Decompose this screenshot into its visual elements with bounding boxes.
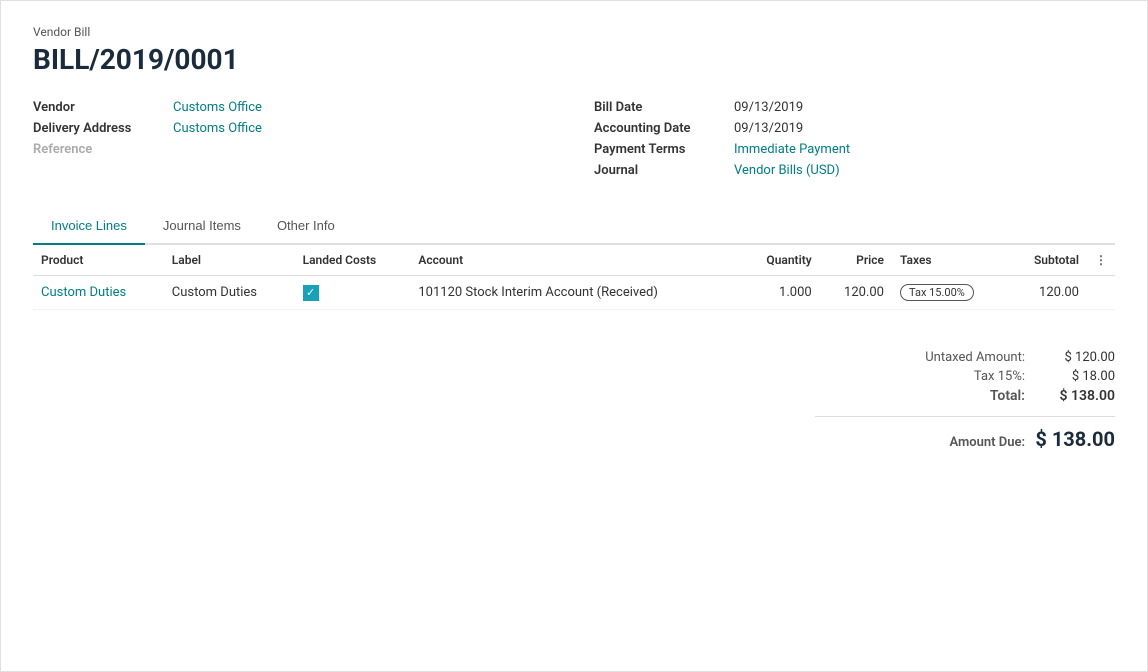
label-value: Custom Duties bbox=[172, 285, 257, 300]
tab-journal-items[interactable]: Journal Items bbox=[145, 208, 259, 245]
page-wrapper: Vendor Bill BILL/2019/0001 Vendor Custom… bbox=[0, 0, 1148, 672]
tab-other-info[interactable]: Other Info bbox=[259, 208, 353, 245]
invoice-lines-table: Product Label Landed Costs Account Quant… bbox=[33, 245, 1115, 310]
quantity-value: 1.000 bbox=[779, 285, 812, 300]
accounting-date-row: Accounting Date 09/13/2019 bbox=[594, 121, 1115, 136]
payment-terms-label: Payment Terms bbox=[594, 142, 734, 157]
cell-subtotal: 120.00 bbox=[1008, 276, 1087, 310]
form-section: Vendor Customs Office Delivery Address C… bbox=[33, 100, 1115, 184]
bill-date-label: Bill Date bbox=[594, 100, 734, 115]
tax-label: Tax 15%: bbox=[865, 369, 1025, 384]
col-label: Label bbox=[164, 245, 295, 276]
delivery-address-row: Delivery Address Customs Office bbox=[33, 121, 554, 136]
reference-label: Reference bbox=[33, 142, 173, 157]
col-price: Price bbox=[820, 245, 892, 276]
cell-taxes: Tax 15.00% bbox=[892, 276, 1008, 310]
payment-terms-value[interactable]: Immediate Payment bbox=[734, 142, 850, 157]
cell-account: 101120 Stock Interim Account (Received) bbox=[410, 276, 740, 310]
bill-date-row: Bill Date 09/13/2019 bbox=[594, 100, 1115, 115]
product-link[interactable]: Custom Duties bbox=[41, 285, 126, 300]
reference-row: Reference bbox=[33, 142, 554, 157]
table-header-row: Product Label Landed Costs Account Quant… bbox=[33, 245, 1115, 276]
accounting-date-value: 09/13/2019 bbox=[734, 121, 803, 136]
tab-invoice-lines[interactable]: Invoice Lines bbox=[33, 208, 145, 245]
bill-title: BILL/2019/0001 bbox=[33, 43, 1115, 76]
untaxed-amount-label: Untaxed Amount: bbox=[865, 350, 1025, 365]
row-options-icon[interactable] bbox=[1087, 276, 1115, 310]
delivery-address-value[interactable]: Customs Office bbox=[173, 121, 262, 136]
cell-quantity: 1.000 bbox=[741, 276, 820, 310]
col-subtotal: Subtotal bbox=[1008, 245, 1087, 276]
total-row: Total: $ 138.00 bbox=[815, 388, 1115, 404]
col-quantity: Quantity bbox=[741, 245, 820, 276]
journal-value[interactable]: Vendor Bills (USD) bbox=[734, 163, 840, 178]
col-taxes: Taxes bbox=[892, 245, 1008, 276]
total-value: $ 138.00 bbox=[1025, 388, 1115, 404]
form-left: Vendor Customs Office Delivery Address C… bbox=[33, 100, 554, 184]
cell-product: Custom Duties bbox=[33, 276, 164, 310]
cell-landed-costs[interactable] bbox=[295, 276, 411, 310]
form-right: Bill Date 09/13/2019 Accounting Date 09/… bbox=[594, 100, 1115, 184]
accounting-date-label: Accounting Date bbox=[594, 121, 734, 136]
tax-value: $ 18.00 bbox=[1025, 369, 1115, 384]
vendor-label: Vendor bbox=[33, 100, 173, 115]
amount-due-value: $ 138.00 bbox=[1025, 427, 1115, 451]
payment-terms-row: Payment Terms Immediate Payment bbox=[594, 142, 1115, 157]
delivery-address-label: Delivery Address bbox=[33, 121, 173, 136]
journal-row: Journal Vendor Bills (USD) bbox=[594, 163, 1115, 178]
tax-badge: Tax 15.00% bbox=[900, 284, 974, 301]
cell-label: Custom Duties bbox=[164, 276, 295, 310]
cell-price: 120.00 bbox=[820, 276, 892, 310]
col-product: Product bbox=[33, 245, 164, 276]
amount-due-row: Amount Due: $ 138.00 bbox=[815, 416, 1115, 451]
bill-date-value: 09/13/2019 bbox=[734, 100, 803, 115]
account-value: 101120 Stock Interim Account (Received) bbox=[418, 285, 658, 300]
vendor-bill-label: Vendor Bill bbox=[33, 25, 1115, 39]
untaxed-amount-value: $ 120.00 bbox=[1025, 350, 1115, 365]
tax-row: Tax 15%: $ 18.00 bbox=[815, 369, 1115, 384]
price-value: 120.00 bbox=[844, 285, 884, 300]
col-account: Account bbox=[410, 245, 740, 276]
tabs: Invoice Lines Journal Items Other Info bbox=[33, 208, 1115, 245]
totals-section: Untaxed Amount: $ 120.00 Tax 15%: $ 18.0… bbox=[33, 334, 1115, 455]
untaxed-amount-row: Untaxed Amount: $ 120.00 bbox=[815, 350, 1115, 365]
table-row: Custom Duties Custom Duties 101120 Stock… bbox=[33, 276, 1115, 310]
col-landed-costs: Landed Costs bbox=[295, 245, 411, 276]
total-label: Total: bbox=[865, 388, 1025, 404]
col-options-icon[interactable]: ⋮ bbox=[1087, 245, 1115, 276]
vendor-row: Vendor Customs Office bbox=[33, 100, 554, 115]
amount-due-label: Amount Due: bbox=[865, 435, 1025, 450]
table-container: Product Label Landed Costs Account Quant… bbox=[33, 245, 1115, 310]
totals-table: Untaxed Amount: $ 120.00 Tax 15%: $ 18.0… bbox=[815, 350, 1115, 455]
vendor-value[interactable]: Customs Office bbox=[173, 100, 262, 115]
journal-label: Journal bbox=[594, 163, 734, 178]
landed-costs-checkbox[interactable] bbox=[303, 285, 319, 301]
subtotal-value: 120.00 bbox=[1039, 285, 1079, 300]
